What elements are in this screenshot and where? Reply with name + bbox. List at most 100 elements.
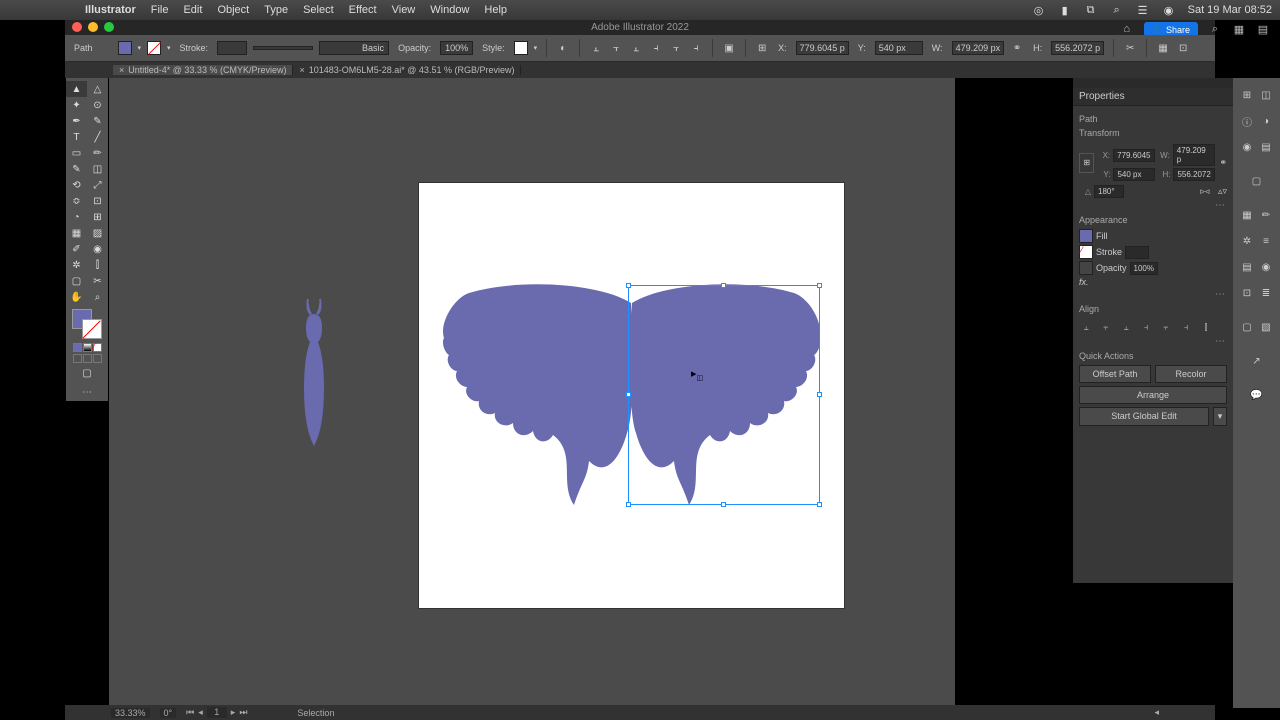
shape-builder-tool[interactable]: ◔ bbox=[66, 209, 87, 225]
fx-button[interactable]: fx. bbox=[1079, 277, 1089, 287]
link-wh-icon[interactable]: ⚭ bbox=[1010, 41, 1024, 55]
hand-tool[interactable]: ✋ bbox=[66, 289, 87, 305]
menu-object[interactable]: Object bbox=[217, 4, 249, 16]
transform-y-input[interactable]: 540 px bbox=[1113, 168, 1155, 181]
selection-tool[interactable]: ▲ bbox=[66, 81, 87, 97]
symbols-icon[interactable]: ✲ bbox=[1239, 233, 1255, 249]
stroke-swatch-panel[interactable]: ⁄ bbox=[1079, 245, 1093, 259]
fill-swatch-panel[interactable] bbox=[1079, 229, 1093, 243]
workspace-icon[interactable]: ▤ bbox=[1256, 23, 1270, 37]
tab-untitled[interactable]: ×Untitled-4* @ 33.33 % (CMYK/Preview) bbox=[113, 65, 293, 75]
first-artboard-icon[interactable]: ⏮ bbox=[186, 707, 194, 718]
align-vcenter-icon[interactable]: ⫟ bbox=[1159, 320, 1173, 334]
cc-libs-icon[interactable]: ⓘ bbox=[1239, 113, 1255, 129]
gradient-tool[interactable]: ▨ bbox=[87, 225, 108, 241]
zoom-dropdown[interactable]: 33.33% bbox=[111, 708, 150, 718]
slice-tool[interactable]: ✂ bbox=[87, 273, 108, 289]
arrange-docs-icon[interactable]: ▦ bbox=[1232, 23, 1246, 37]
close-window[interactable] bbox=[72, 22, 82, 32]
stroke-weight-panel[interactable] bbox=[1125, 246, 1149, 259]
w-input[interactable]: 479.209 px bbox=[952, 41, 1005, 55]
align-vcenter-icon[interactable]: ⫟ bbox=[669, 41, 683, 55]
menu-select[interactable]: Select bbox=[303, 4, 334, 16]
menu-effect[interactable]: Effect bbox=[349, 4, 377, 16]
rotate-tool[interactable]: ⟲ bbox=[66, 177, 87, 193]
more-icon[interactable]: ⋯ bbox=[1079, 336, 1227, 347]
align-top-icon[interactable]: ⫞ bbox=[649, 41, 663, 55]
asset-icon[interactable]: ▢ bbox=[1249, 173, 1265, 189]
recolor-button[interactable]: Recolor bbox=[1155, 365, 1227, 383]
artboards-icon[interactable]: ▧ bbox=[1258, 319, 1274, 335]
scroll-left-icon[interactable]: ◂ bbox=[1154, 707, 1159, 718]
align-left-icon[interactable]: ⫠ bbox=[1079, 320, 1093, 334]
link-icon[interactable]: ⚭ bbox=[1219, 157, 1227, 168]
minimize-window[interactable] bbox=[88, 22, 98, 32]
align-right-icon[interactable]: ⫠ bbox=[1119, 320, 1133, 334]
color-guide-icon[interactable]: ▤ bbox=[1258, 139, 1274, 155]
canvas[interactable]: ▸◫ bbox=[109, 78, 955, 708]
style-swatch[interactable] bbox=[514, 41, 528, 55]
blend-tool[interactable]: ◉ bbox=[87, 241, 108, 257]
selection-bounds[interactable] bbox=[628, 285, 820, 505]
control-center-icon[interactable]: ☰ bbox=[1136, 4, 1150, 17]
type-tool[interactable]: T bbox=[66, 129, 87, 145]
app-menu[interactable]: Illustrator bbox=[85, 4, 136, 16]
align-pixel-icon[interactable]: ▦ bbox=[1156, 41, 1170, 55]
flip-v-icon[interactable]: ▵▿ bbox=[1218, 186, 1227, 197]
comments-icon[interactable]: ◑ bbox=[1258, 113, 1274, 129]
brush-dropdown[interactable]: Basic bbox=[319, 41, 389, 55]
curvature-tool[interactable]: ✎ bbox=[87, 113, 108, 129]
distribute-icon[interactable]: ⫿ bbox=[1199, 320, 1213, 334]
artboard-number[interactable]: 1 bbox=[207, 707, 227, 718]
asset-export-icon[interactable]: ▢ bbox=[1239, 319, 1255, 335]
crop-marks-icon[interactable]: ⊡ bbox=[1176, 41, 1190, 55]
flip-h-icon[interactable]: ▹◃ bbox=[1200, 186, 1209, 197]
align-right-icon[interactable]: ⫠ bbox=[629, 41, 643, 55]
fill-stroke-swatches[interactable] bbox=[72, 309, 102, 339]
offset-path-button[interactable]: Offset Path bbox=[1079, 365, 1151, 383]
body-shape[interactable] bbox=[294, 298, 334, 448]
transparency-icon[interactable]: ⊡ bbox=[1239, 285, 1255, 301]
artboard[interactable]: ▸◫ bbox=[419, 183, 844, 608]
sync-icon[interactable]: ◎ bbox=[1032, 4, 1046, 17]
eyedropper-tool[interactable]: ✐ bbox=[66, 241, 87, 257]
menu-file[interactable]: File bbox=[151, 4, 169, 16]
shaper-tool[interactable]: ✎ bbox=[66, 161, 87, 177]
color-icon[interactable]: ◉ bbox=[1239, 139, 1255, 155]
recolor-icon[interactable]: ◐ bbox=[556, 41, 570, 55]
edit-toolbar-icon[interactable]: ⋯ bbox=[66, 387, 108, 398]
menu-edit[interactable]: Edit bbox=[183, 4, 202, 16]
h-input[interactable]: 556.2072 p bbox=[1051, 41, 1104, 55]
angle-input[interactable]: 180° bbox=[1094, 185, 1124, 198]
export-icon[interactable]: ↗ bbox=[1249, 353, 1265, 369]
wifi-icon[interactable]: ⧉ bbox=[1084, 4, 1098, 17]
transform-w-input[interactable]: 479.209 p bbox=[1173, 144, 1216, 166]
tab-2[interactable]: ×101483-OM6LM5-28.ai* @ 43.51 % (RGB/Pre… bbox=[293, 65, 521, 75]
y-input[interactable]: 540 px bbox=[875, 41, 923, 55]
menu-view[interactable]: View bbox=[392, 4, 416, 16]
appearance-icon[interactable]: ◉ bbox=[1258, 259, 1274, 275]
line-tool[interactable]: ╱ bbox=[87, 129, 108, 145]
ref-point-icon[interactable]: ⊞ bbox=[755, 41, 769, 55]
zoom-tool[interactable]: ⌕ bbox=[87, 289, 108, 305]
artboard-tool[interactable]: ▢ bbox=[66, 273, 87, 289]
eraser-tool[interactable]: ◫ bbox=[87, 161, 108, 177]
brush-tool[interactable]: ✏ bbox=[87, 145, 108, 161]
search-icon[interactable]: ⌕ bbox=[1110, 4, 1124, 17]
magic-wand-tool[interactable]: ✦ bbox=[66, 97, 87, 113]
opacity-input[interactable]: 100% bbox=[440, 41, 473, 55]
screen-mode-icon[interactable]: ▢ bbox=[77, 365, 98, 381]
global-edit-button[interactable]: Start Global Edit bbox=[1079, 407, 1209, 426]
opacity-input-panel[interactable]: 100% bbox=[1130, 262, 1158, 275]
brushes-icon[interactable]: ✏ bbox=[1258, 207, 1274, 223]
free-transform-tool[interactable]: ⊡ bbox=[87, 193, 108, 209]
align-bottom-icon[interactable]: ⫞ bbox=[689, 41, 703, 55]
align-hcenter-icon[interactable]: ⫟ bbox=[1099, 320, 1113, 334]
graphic-styles-icon[interactable]: ▤ bbox=[1239, 259, 1255, 275]
stroke-weight-input[interactable] bbox=[217, 41, 247, 55]
properties-tab[interactable]: Properties bbox=[1073, 88, 1233, 106]
siri-icon[interactable]: ◉ bbox=[1162, 4, 1176, 17]
reference-point[interactable]: ⊞ bbox=[1079, 153, 1094, 173]
align-top-icon[interactable]: ⫞ bbox=[1139, 320, 1153, 334]
rectangle-tool[interactable]: ▭ bbox=[66, 145, 87, 161]
